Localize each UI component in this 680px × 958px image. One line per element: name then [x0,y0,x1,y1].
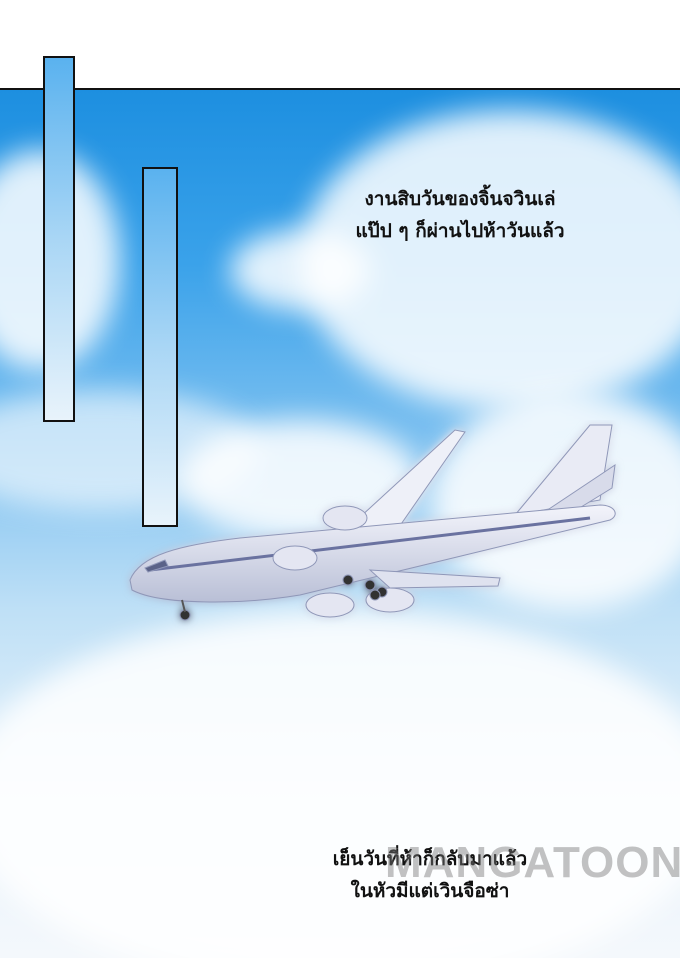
watermark: MANGATOON [385,838,680,887]
caption-top-line1: งานสิบวันของจิ้นจวินเล่ [364,188,556,210]
airplane-illustration [129,424,616,621]
caption-top-line2: แป๊ป ๆ ก็ผ่านไปห้าวันแล้ว [355,220,565,242]
cloud [300,110,680,410]
strip-panel-left [43,56,75,422]
caption-top: งานสิบวันของจิ้นจวินเล่ แป๊ป ๆ ก็ผ่านไปห… [290,183,630,247]
